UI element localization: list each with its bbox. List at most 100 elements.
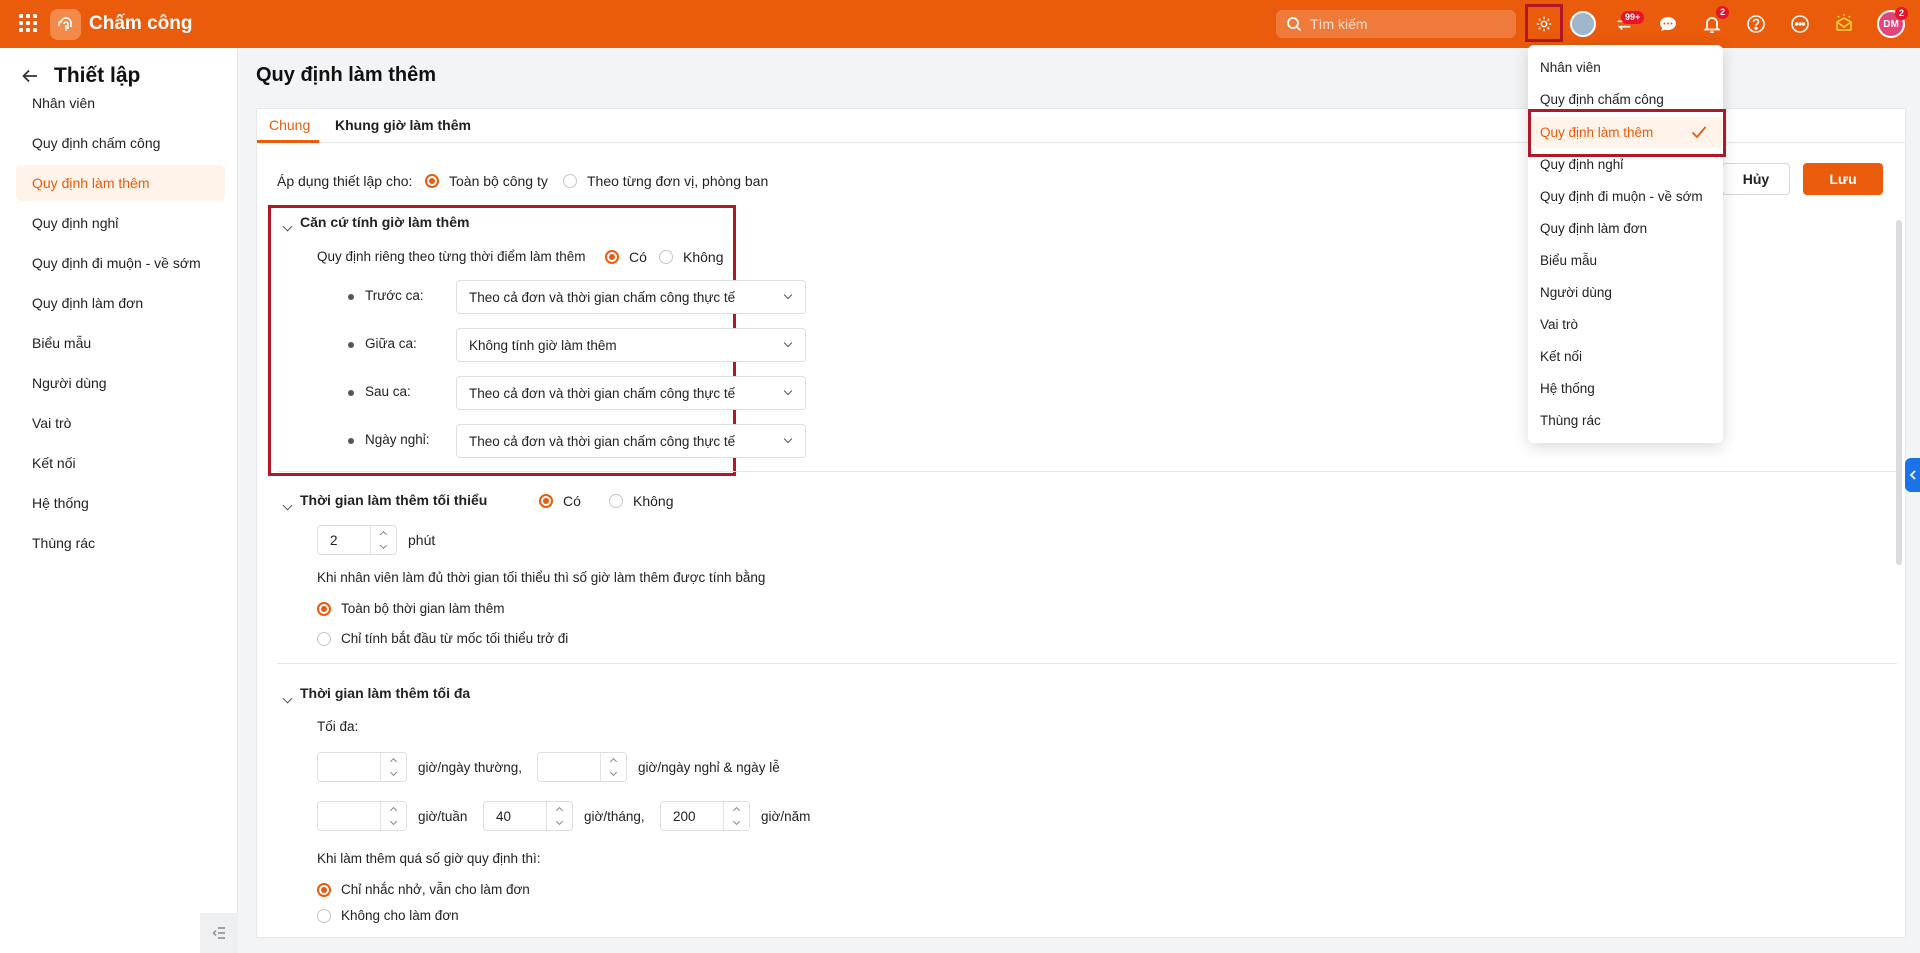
section2-chevron-icon[interactable] <box>282 496 293 512</box>
week-hours-stepper[interactable] <box>317 801 407 831</box>
sidebar-item-quy-dinh-lam-them[interactable]: Quy định làm thêm <box>16 165 225 201</box>
sidebar-item-he-thong[interactable]: Hệ thống <box>16 485 225 521</box>
menu-item-quy-dinh-lam-don[interactable]: Quy định làm đơn <box>1528 213 1723 243</box>
month-hours-stepper[interactable]: 40 <box>483 801 573 831</box>
help-icon[interactable] <box>1742 10 1770 38</box>
row-truoc-ca-label: Trước ca: <box>365 288 424 303</box>
chevron-down-icon <box>783 338 793 348</box>
calc-from-min-radio[interactable] <box>317 630 331 647</box>
minutes-unit: phút <box>408 532 436 548</box>
truoc-ca-value: Theo cả đơn và thời gian chấm công thực … <box>469 289 736 305</box>
calc-full-label[interactable]: Toàn bộ thời gian làm thêm <box>341 601 504 616</box>
sidebar: Thiết lập Nhân viên Quy định chấm công Q… <box>0 48 238 953</box>
apply-company-label[interactable]: Toàn bộ công ty <box>449 173 548 189</box>
menu-item-vai-tro[interactable]: Vai trò <box>1528 309 1723 339</box>
rule-no-radio[interactable] <box>659 248 673 265</box>
apply-department-radio[interactable] <box>563 172 577 189</box>
tab-khung-gio-lam-them[interactable]: Khung giờ làm thêm <box>335 117 471 133</box>
year-hours-stepper[interactable]: 200 <box>660 801 750 831</box>
section3-chevron-icon[interactable] <box>282 689 293 705</box>
calc-label: Khi nhân viên làm đủ thời gian tối thiểu… <box>317 570 766 585</box>
menu-item-nguoi-dung[interactable]: Người dùng <box>1528 277 1723 307</box>
min-no-label[interactable]: Không <box>633 493 673 509</box>
holiday-hours-stepper[interactable] <box>537 752 627 782</box>
menu-item-bieu-mau[interactable]: Biểu mẫu <box>1528 245 1723 275</box>
gear-icon[interactable] <box>1530 10 1558 38</box>
sidebar-item-nguoi-dung[interactable]: Người dùng <box>16 365 225 401</box>
chat-icon[interactable] <box>1654 10 1682 38</box>
menu-item-quy-dinh-nghi[interactable]: Quy định nghỉ <box>1528 149 1723 179</box>
stepper-arrows[interactable] <box>546 802 572 830</box>
sidebar-item-nhan-vien[interactable]: Nhân viên <box>16 85 225 121</box>
bullet-dot <box>348 438 354 444</box>
stepper-arrows[interactable] <box>370 526 396 554</box>
rule-yes-label[interactable]: Có <box>629 249 647 265</box>
announcement-icon[interactable] <box>1830 10 1858 38</box>
sidebar-item-vai-tro[interactable]: Vai trò <box>16 405 225 441</box>
settings-dropdown: Nhân viên Quy định chấm công Quy định là… <box>1528 45 1726 443</box>
save-button[interactable]: Lưu <box>1803 163 1883 195</box>
tab-chung[interactable]: Chung <box>269 117 310 133</box>
rule-label: Quy định riêng theo từng thời điểm làm t… <box>317 249 586 264</box>
apply-company-radio[interactable] <box>425 172 439 189</box>
weekday-hours-stepper[interactable] <box>317 752 407 782</box>
bullet-dot <box>348 294 354 300</box>
sidebar-item-quy-dinh-nghi[interactable]: Quy định nghỉ <box>16 205 225 241</box>
sidebar-item-bieu-mau[interactable]: Biểu mẫu <box>16 325 225 361</box>
stepper-arrows[interactable] <box>600 753 626 781</box>
section1-chevron-icon[interactable] <box>282 217 293 233</box>
more-icon[interactable] <box>1786 10 1814 38</box>
min-no-radio[interactable] <box>609 492 623 509</box>
truoc-ca-select[interactable]: Theo cả đơn và thời gian chấm công thực … <box>456 280 806 314</box>
sidebar-item-quy-dinh-cham-cong[interactable]: Quy định chấm công <box>16 125 225 161</box>
chevron-down-icon <box>783 434 793 444</box>
rule-no-label[interactable]: Không <box>683 249 723 265</box>
section1-title: Căn cứ tính giờ làm thêm <box>300 214 470 230</box>
giua-ca-select[interactable]: Không tính giờ làm thêm <box>456 328 806 362</box>
bullet-dot <box>348 390 354 396</box>
minutes-stepper[interactable]: 2 <box>317 525 397 555</box>
menu-item-di-muon-ve-som[interactable]: Quy định đi muộn - về sớm <box>1528 181 1723 211</box>
sau-ca-select[interactable]: Theo cả đơn và thời gian chấm công thực … <box>456 376 806 410</box>
stepper-arrows[interactable] <box>380 753 406 781</box>
sidebar-item-ket-noi[interactable]: Kết nối <box>16 445 225 481</box>
apps-grid-icon[interactable] <box>19 14 37 32</box>
exceed-remind-radio[interactable] <box>317 881 331 898</box>
search-input[interactable]: Tìm kiếm <box>1276 10 1516 38</box>
sidebar-item-quy-dinh-lam-don[interactable]: Quy định làm đơn <box>16 285 225 321</box>
sidebar-item-thung-rac[interactable]: Thùng rác <box>16 525 225 561</box>
sidebar-item-di-muon-ve-som[interactable]: Quy định đi muộn - về sớm <box>16 245 225 281</box>
collapse-sidebar-button[interactable] <box>200 913 238 953</box>
back-arrow-icon[interactable] <box>22 69 38 83</box>
min-yes-label[interactable]: Có <box>563 493 581 509</box>
row-giua-ca-label: Giữa ca: <box>365 336 417 351</box>
cancel-button[interactable]: Hủy <box>1722 163 1790 195</box>
min-yes-radio[interactable] <box>539 492 553 509</box>
row-sau-ca-label: Sau ca: <box>365 384 411 399</box>
year-unit: giờ/năm <box>761 809 811 824</box>
minutes-value: 2 <box>330 532 338 548</box>
menu-item-thung-rac[interactable]: Thùng rác <box>1528 405 1723 435</box>
section3-title: Thời gian làm thêm tối đa <box>300 685 471 701</box>
exceed-block-label[interactable]: Không cho làm đơn <box>341 908 459 923</box>
apply-department-label[interactable]: Theo từng đơn vị, phòng ban <box>587 173 768 189</box>
rule-yes-radio[interactable] <box>605 248 619 265</box>
apply-label: Áp dụng thiết lập cho: <box>277 173 413 189</box>
menu-item-ket-noi[interactable]: Kết nối <box>1528 341 1723 371</box>
exceed-block-radio[interactable] <box>317 907 331 924</box>
menu-item-nhan-vien[interactable]: Nhân viên <box>1528 52 1723 82</box>
scrollbar[interactable] <box>1896 220 1902 565</box>
stepper-arrows[interactable] <box>380 802 406 830</box>
sau-ca-value: Theo cả đơn và thời gian chấm công thực … <box>469 385 736 401</box>
section2-title: Thời gian làm thêm tối thiểu <box>300 492 488 508</box>
calc-from-min-label[interactable]: Chỉ tính bắt đầu từ mốc tối thiểu trở đi <box>341 631 568 646</box>
ngay-nghi-select[interactable]: Theo cả đơn và thời gian chấm công thực … <box>456 424 806 458</box>
exceed-remind-label[interactable]: Chỉ nhắc nhở, vẫn cho làm đơn <box>341 882 530 897</box>
profile-badge: 2 <box>1895 7 1909 20</box>
expand-panel-tab[interactable] <box>1905 458 1920 492</box>
menu-item-he-thong[interactable]: Hệ thống <box>1528 373 1723 403</box>
calc-full-radio[interactable] <box>317 600 331 617</box>
user-avatar[interactable] <box>1570 11 1596 37</box>
chevron-left-icon <box>1909 470 1916 480</box>
stepper-arrows[interactable] <box>723 802 749 830</box>
